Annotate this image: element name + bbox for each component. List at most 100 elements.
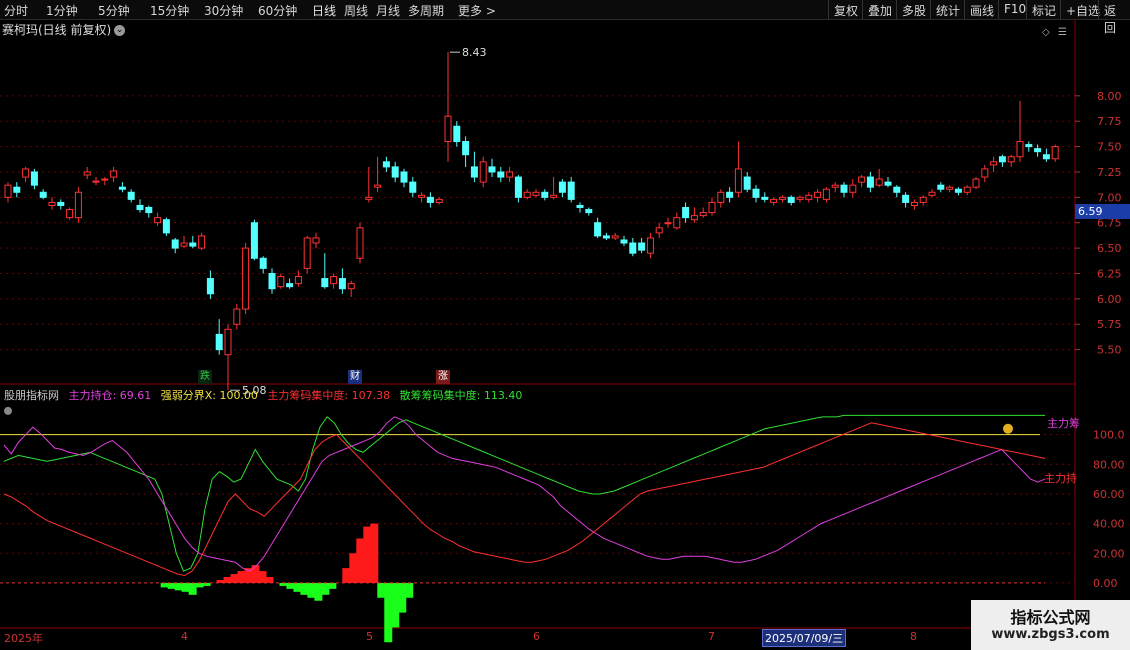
date-label: 7 bbox=[708, 630, 715, 643]
candle-body bbox=[338, 278, 346, 290]
price-tick-label: 6.00 bbox=[1097, 293, 1122, 306]
candle-body bbox=[743, 176, 751, 190]
candle-body bbox=[875, 178, 883, 186]
indicator-bar bbox=[370, 523, 379, 583]
price-tick-label: 7.75 bbox=[1097, 115, 1122, 128]
event-marker-finance[interactable]: 财 bbox=[348, 370, 362, 384]
right-tag-main-hold: 主力持 bbox=[1044, 471, 1077, 485]
candle-body bbox=[866, 176, 874, 188]
candle-body bbox=[523, 191, 531, 198]
candle-body bbox=[321, 278, 329, 288]
candle-body bbox=[110, 170, 118, 178]
price-tick-label: 7.25 bbox=[1097, 166, 1122, 179]
candle-body bbox=[567, 181, 575, 200]
indicator-chevron-icon bbox=[4, 406, 12, 415]
candle-body bbox=[242, 247, 250, 310]
candle-body bbox=[682, 207, 690, 219]
event-marker-rise[interactable]: 涨 bbox=[436, 370, 450, 384]
candle-body bbox=[752, 188, 760, 198]
candle-body bbox=[356, 227, 364, 259]
indicator-tick-label: 20.00 bbox=[1093, 547, 1125, 560]
candle-body bbox=[162, 219, 170, 234]
candle-body bbox=[470, 166, 478, 178]
candle-body bbox=[312, 237, 320, 244]
indicator-value-main-chip: 主力筹码集中度: 107.38 bbox=[267, 389, 391, 402]
candle-body bbox=[963, 186, 971, 193]
candle-body bbox=[497, 171, 505, 178]
indicator-bar bbox=[195, 582, 204, 588]
candle-body bbox=[928, 191, 936, 196]
candle-body bbox=[268, 272, 276, 290]
candle-body bbox=[462, 141, 470, 156]
cursor-date: 2025/07/09/三 bbox=[762, 629, 847, 647]
candle-body bbox=[805, 194, 813, 200]
date-label: 5 bbox=[366, 630, 373, 643]
retail-chip-line bbox=[3, 414, 1045, 572]
price-tick-label: 6.25 bbox=[1097, 267, 1122, 280]
diamond-icon: ◇ bbox=[1042, 27, 1050, 38]
price-tick-label: 8.00 bbox=[1097, 90, 1122, 103]
indicator-bar bbox=[251, 565, 260, 583]
candle-body bbox=[778, 196, 786, 200]
indicator-bar bbox=[286, 582, 295, 589]
indicator-bar bbox=[223, 577, 232, 583]
candle-body bbox=[514, 176, 522, 198]
date-label: 4 bbox=[181, 630, 188, 643]
candle-body bbox=[787, 196, 795, 203]
candle-body bbox=[66, 209, 74, 219]
candle-body bbox=[664, 222, 672, 225]
candle-body bbox=[13, 186, 21, 193]
indicator-name[interactable]: 股朋指标网 bbox=[4, 389, 59, 402]
price-tick-label: 5.75 bbox=[1097, 318, 1122, 331]
candle-body bbox=[57, 201, 65, 206]
candle-body bbox=[972, 178, 980, 188]
candle-body bbox=[136, 204, 144, 211]
candle-body bbox=[294, 276, 302, 285]
candle-body bbox=[127, 191, 135, 200]
candle-body bbox=[479, 161, 487, 183]
candle-body bbox=[620, 239, 628, 244]
candle-body bbox=[831, 184, 839, 188]
candle-body bbox=[83, 171, 91, 176]
price-tick-label: 7.00 bbox=[1097, 191, 1122, 204]
indicator-bar bbox=[160, 582, 169, 588]
candle-body bbox=[822, 188, 830, 200]
candle-body bbox=[858, 176, 866, 183]
candle-body bbox=[198, 235, 206, 249]
indicator-bar bbox=[181, 582, 190, 592]
indicator-bar bbox=[174, 582, 183, 591]
candle-body bbox=[910, 201, 918, 206]
candle-body bbox=[796, 196, 804, 200]
date-axis: 2025年 4 5 6 7 2025/07/09/三 8 bbox=[0, 629, 1075, 647]
menu-icon: ☰ bbox=[1058, 27, 1067, 38]
indicator-bar bbox=[300, 582, 309, 595]
candle-body bbox=[224, 328, 232, 356]
candle-body bbox=[74, 191, 82, 219]
candle-body bbox=[990, 161, 998, 166]
candle-body bbox=[303, 237, 311, 269]
candle-body bbox=[1051, 146, 1059, 160]
candle-body bbox=[893, 186, 901, 193]
candle-body bbox=[708, 201, 716, 214]
candle-body bbox=[233, 308, 241, 325]
candle-body bbox=[171, 239, 179, 249]
candle-body bbox=[22, 168, 30, 178]
candle-body bbox=[453, 125, 461, 143]
candle-body bbox=[532, 191, 540, 196]
indicator-value-boundary: 强弱分界X: 100.00 bbox=[160, 389, 258, 402]
candle-body bbox=[400, 171, 408, 183]
candle-body bbox=[840, 184, 848, 193]
candle-body bbox=[998, 156, 1006, 163]
indicator-bar bbox=[188, 582, 197, 595]
candle-body bbox=[655, 227, 663, 234]
watermark-title: 指标公式网 bbox=[1010, 608, 1091, 627]
candle-body bbox=[145, 207, 153, 214]
kline-chart: 8.007.757.507.257.006.756.506.256.005.75… bbox=[0, 20, 1130, 643]
date-label: 2025年 bbox=[4, 632, 43, 645]
candle-body bbox=[849, 184, 857, 193]
candle-body bbox=[541, 191, 549, 198]
candle-body bbox=[919, 196, 927, 203]
indicator-bar bbox=[265, 577, 274, 583]
event-marker-drop[interactable]: 跌 bbox=[198, 370, 212, 384]
candle-body bbox=[391, 166, 399, 178]
